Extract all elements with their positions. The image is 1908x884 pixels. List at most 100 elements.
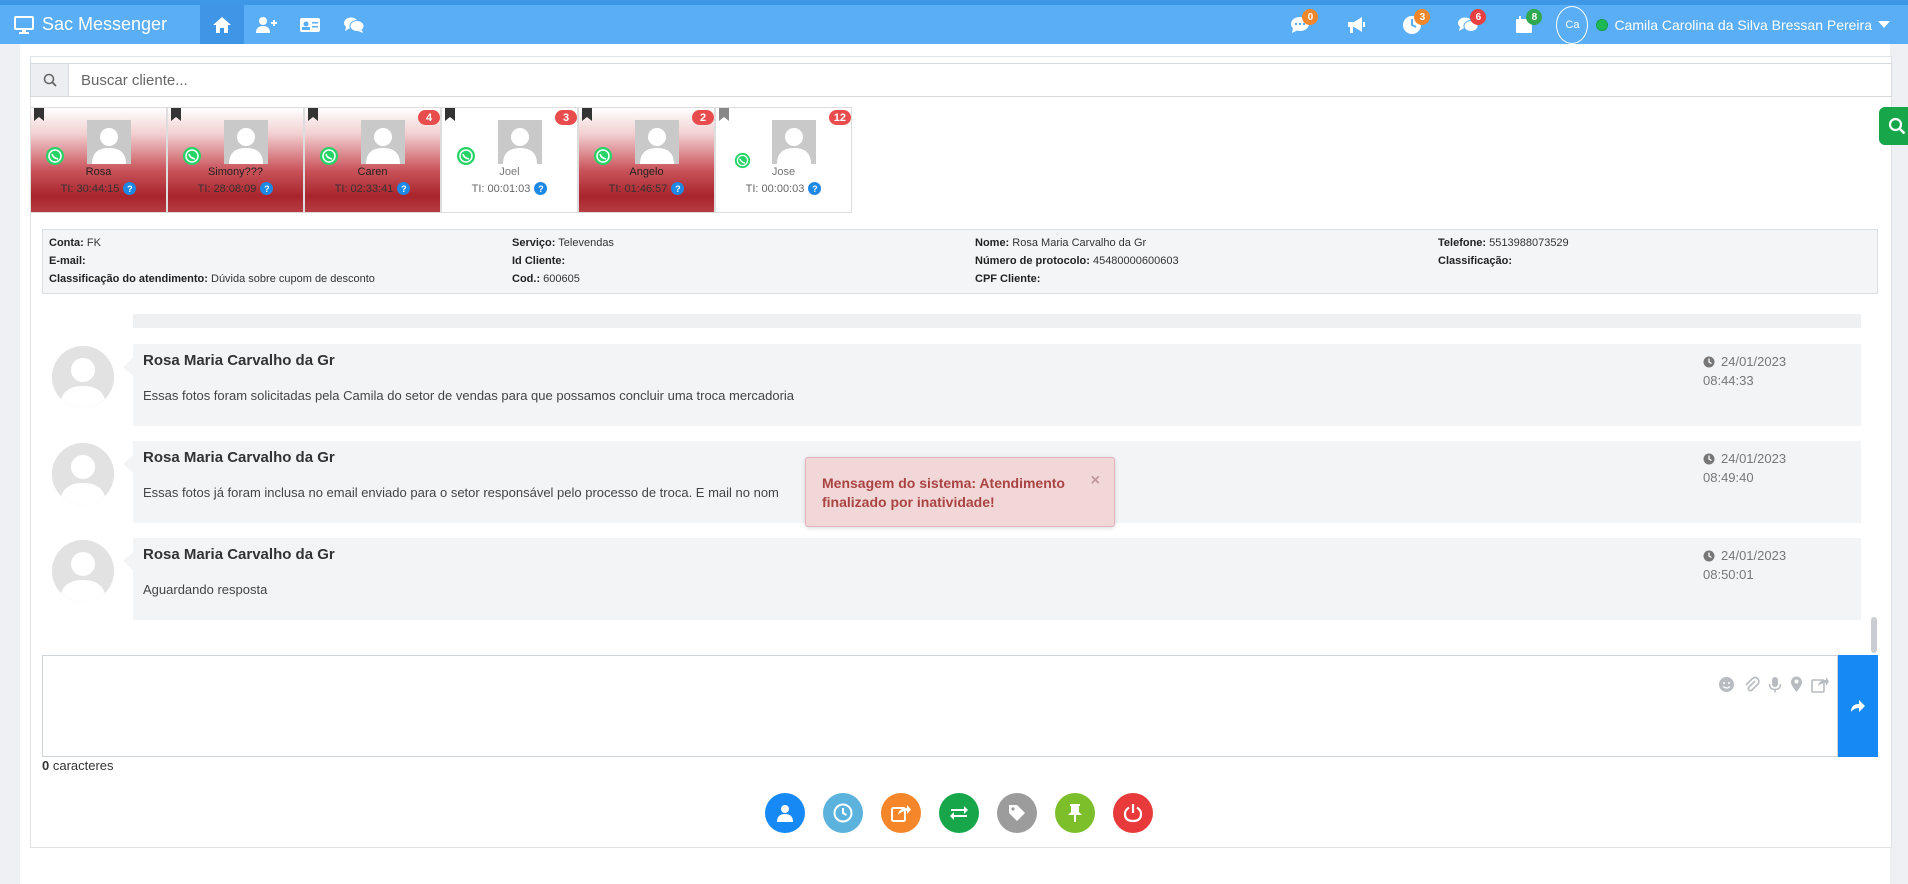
client-card[interactable]: 2 Angelo TI: 01:46:57?	[578, 107, 715, 213]
info-cpf: CPF Cliente:	[975, 273, 1041, 285]
user-name: Camila Carolina da Silva Bressan Pereira	[1614, 16, 1872, 33]
contacts-nav[interactable]	[288, 5, 332, 44]
message-sender: Rosa Maria Carvalho da Gr	[143, 546, 335, 563]
bookmark-icon[interactable]	[308, 108, 318, 121]
top-navbar: Sac Messenger 0 3 6 8 Ca Camila Carolina…	[0, 0, 1908, 44]
client-photo	[224, 120, 268, 164]
megaphone-icon	[1348, 16, 1366, 33]
user-menu[interactable]: Camila Carolina da Silva Bressan Pereira	[1596, 17, 1908, 33]
client-name: Jose	[771, 166, 796, 178]
power-icon	[1123, 804, 1143, 823]
info-email: E-mail:	[49, 255, 86, 267]
help-icon[interactable]: ?	[397, 182, 411, 195]
search-addon	[31, 64, 69, 96]
client-card[interactable]: 3 Joel TI: 00:01:03?	[441, 107, 578, 213]
client-photo	[498, 120, 542, 164]
online-status-icon	[1596, 18, 1609, 31]
chat-message: Rosa Maria Carvalho da Gr Aguardando res…	[42, 538, 1862, 620]
message-text: Aguardando resposta	[143, 582, 268, 597]
search-input[interactable]	[69, 64, 1891, 96]
message-timestamp: 24/01/2023 08:49:40	[1703, 451, 1787, 485]
monitor-icon	[14, 15, 34, 34]
id-card-icon	[300, 17, 320, 32]
emoji-icon[interactable]	[1718, 676, 1735, 693]
chat-message: Rosa Maria Carvalho da Gr Essas fotos fo…	[42, 344, 1862, 426]
share-icon[interactable]	[1811, 676, 1829, 693]
clock-icon	[1703, 356, 1715, 367]
character-count: 0 caracteres	[42, 758, 114, 773]
bookmark-icon[interactable]	[171, 108, 181, 121]
client-time: TI: 02:33:41?	[305, 182, 440, 195]
unread-badge: 4	[418, 110, 440, 125]
help-icon[interactable]: ?	[808, 182, 822, 195]
message-bubble: Rosa Maria Carvalho da Gr Aguardando res…	[123, 538, 1861, 620]
whatsapp-icon	[594, 147, 612, 165]
help-icon[interactable]: ?	[260, 182, 274, 195]
caret-down-icon	[1878, 20, 1890, 28]
conversations-nav[interactable]	[332, 5, 376, 44]
send-icon	[1851, 700, 1865, 712]
message-text: Essas fotos já foram inclusa no email en…	[143, 485, 779, 500]
home-nav[interactable]	[200, 5, 244, 44]
client-photo	[361, 120, 405, 164]
client-photo	[772, 120, 816, 164]
chats-badge: 6	[1470, 9, 1487, 25]
info-servico: Serviço: Televendas	[512, 237, 614, 249]
info-conta: Conta: FK	[49, 237, 101, 249]
location-icon[interactable]	[1790, 676, 1803, 693]
client-name: Simony???	[207, 166, 264, 178]
bookmark-icon[interactable]	[719, 108, 729, 121]
message-timestamp: 24/01/2023 08:44:33	[1703, 354, 1787, 388]
composer-tools	[1718, 676, 1829, 693]
transfer-button[interactable]	[939, 793, 979, 833]
client-time: TI: 01:46:57?	[579, 182, 714, 195]
toast-close-button[interactable]: ×	[1091, 472, 1100, 490]
announcements-button[interactable]	[1328, 5, 1384, 44]
schedule-notification[interactable]: 8	[1496, 5, 1552, 44]
client-card[interactable]: 4 Caren TI: 02:33:41?	[304, 107, 441, 213]
history-button[interactable]	[823, 793, 863, 833]
message-composer[interactable]	[42, 655, 1838, 757]
end-chat-button[interactable]	[1113, 793, 1153, 833]
sender-avatar	[52, 346, 114, 408]
left-gutter	[0, 44, 20, 884]
info-protocolo: Número de protocolo: 45480000600603	[975, 255, 1179, 267]
help-icon[interactable]: ?	[671, 182, 685, 195]
add-user-nav[interactable]	[244, 5, 288, 44]
client-card[interactable]: 12 Jose TI: 00:00:03?	[715, 107, 852, 213]
user-avatar[interactable]: Ca	[1556, 5, 1589, 44]
right-gutter	[1890, 44, 1908, 884]
home-icon	[213, 16, 231, 33]
pending-notification[interactable]: 3	[1384, 5, 1440, 44]
send-button[interactable]	[1838, 655, 1878, 757]
client-time: TI: 00:01:03?	[442, 182, 577, 195]
client-card[interactable]: Simony??? TI: 28:08:09?	[167, 107, 304, 213]
client-card[interactable]: Rosa TI: 30:44:15?	[30, 107, 167, 213]
bookmark-icon[interactable]	[582, 108, 592, 121]
messages-notification[interactable]: 0	[1272, 5, 1328, 44]
client-info-button[interactable]	[765, 793, 805, 833]
user-icon	[777, 805, 793, 822]
info-telefone: Telefone: 5513988073529	[1438, 237, 1569, 249]
client-name: Joel	[499, 166, 520, 178]
info-classificacao-atendimento: Classificação do atendimento: Dúvida sob…	[49, 273, 375, 285]
system-toast: Mensagem do sistema: Atendimento finaliz…	[805, 457, 1115, 527]
comments-icon	[344, 17, 365, 33]
help-icon[interactable]: ?	[534, 182, 548, 195]
tag-button[interactable]	[997, 793, 1037, 833]
client-info-table: Conta: FK E-mail: Classificação do atend…	[42, 229, 1878, 294]
pin-button[interactable]	[1055, 793, 1095, 833]
chat-scrollbar[interactable]	[1871, 617, 1877, 653]
share-button[interactable]	[881, 793, 921, 833]
tag-icon	[1009, 805, 1025, 821]
toast-message: Mensagem do sistema: Atendimento finaliz…	[822, 475, 1065, 510]
paperclip-icon[interactable]	[1743, 676, 1760, 693]
brand[interactable]: Sac Messenger	[14, 14, 167, 35]
microphone-icon[interactable]	[1768, 676, 1782, 693]
bookmark-icon[interactable]	[445, 108, 455, 121]
client-cards: Rosa TI: 30:44:15? Simony??? TI: 28:08:0…	[30, 107, 852, 213]
chats-notification[interactable]: 6	[1440, 5, 1496, 44]
help-icon[interactable]: ?	[123, 182, 137, 195]
floating-search-button[interactable]	[1879, 107, 1908, 145]
bookmark-icon[interactable]	[34, 108, 44, 121]
